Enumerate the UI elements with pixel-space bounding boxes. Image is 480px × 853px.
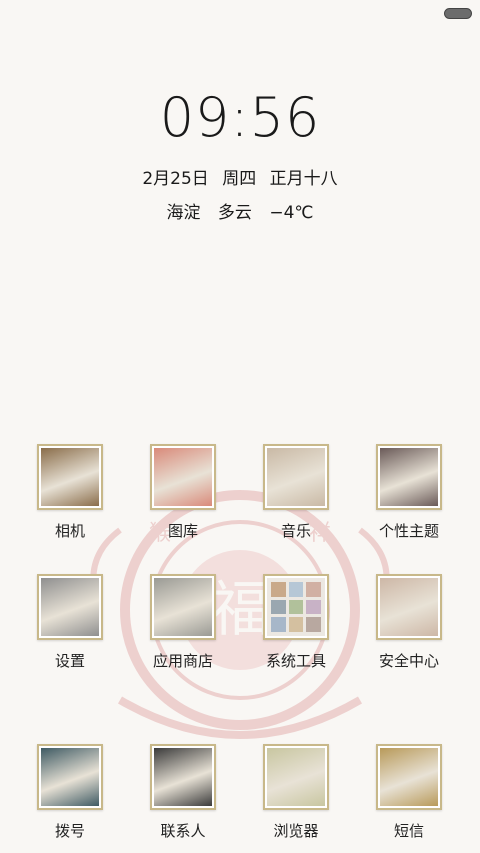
date-lunar: 正月十八 — [269, 169, 338, 189]
app-label: 联系人 — [160, 822, 206, 840]
battery-icon — [444, 8, 472, 19]
app-label: 短信 — [393, 822, 424, 840]
app-thumbnail — [267, 578, 325, 636]
app-3[interactable]: 音乐 — [241, 444, 351, 541]
app-label: 应用商店 — [152, 652, 213, 670]
date-day: 2月25日 — [142, 169, 209, 189]
app-7[interactable]: 系统工具 — [241, 574, 351, 671]
store-photo-icon[interactable] — [150, 574, 216, 640]
app-label: 音乐 — [280, 522, 311, 540]
app-11[interactable]: 浏览器 — [241, 744, 351, 841]
app-label: 个性主题 — [378, 522, 439, 540]
theme-cat-icon[interactable] — [376, 444, 442, 510]
folder-mini-icon — [306, 599, 321, 615]
app-thumbnail — [154, 578, 212, 636]
folder-mini-icon — [271, 582, 286, 597]
weather-condition: 多云 — [217, 203, 252, 223]
folder-mini-icon — [288, 582, 304, 597]
app-4[interactable]: 个性主题 — [354, 444, 464, 541]
app-2[interactable]: 图库 — [128, 444, 238, 541]
app-label: 图库 — [167, 522, 198, 540]
app-thumbnail — [41, 748, 99, 806]
folder-mini-icon — [271, 617, 286, 632]
app-10[interactable]: 联系人 — [128, 744, 238, 841]
app-1[interactable]: 相机 — [15, 444, 125, 541]
folder-mini-icon — [306, 582, 321, 597]
folder-mini-icon — [288, 599, 304, 615]
app-label: 浏览器 — [273, 822, 319, 840]
app-thumbnail — [267, 448, 325, 506]
weather-temp: −4℃ — [269, 203, 314, 223]
music-photo-icon[interactable] — [263, 444, 329, 510]
app-thumbnail — [154, 748, 212, 806]
lockscreen-clock: 09:56 — [159, 86, 321, 149]
folder-mini-icon — [288, 617, 304, 632]
app-thumbnail — [380, 578, 438, 636]
app-thumbnail — [41, 448, 99, 506]
dialer-photo-icon[interactable] — [37, 744, 103, 810]
security-photo-icon[interactable] — [376, 574, 442, 640]
app-6[interactable]: 应用商店 — [128, 574, 238, 671]
app-5[interactable]: 设置 — [15, 574, 125, 671]
app-thumbnail — [267, 748, 325, 806]
app-12[interactable]: 短信 — [354, 744, 464, 841]
date-weekday: 周四 — [222, 169, 257, 189]
tools-folder-icon[interactable] — [263, 574, 329, 640]
weather-line: 海淀 多云 −4℃ — [0, 198, 480, 223]
app-label: 相机 — [54, 522, 85, 540]
contacts-photo-icon[interactable] — [150, 744, 216, 810]
app-thumbnail — [380, 748, 438, 806]
weather-location: 海淀 — [166, 203, 201, 223]
camera-photo-icon[interactable] — [37, 444, 103, 510]
folder-mini-icon — [271, 599, 286, 615]
folder-mini-icon — [306, 617, 321, 632]
app-label: 安全中心 — [378, 652, 439, 670]
app-8[interactable]: 安全中心 — [354, 574, 464, 671]
settings-photo-icon[interactable] — [37, 574, 103, 640]
sms-photo-icon[interactable] — [376, 744, 442, 810]
app-9[interactable]: 拨号 — [15, 744, 125, 841]
app-label: 系统工具 — [265, 652, 326, 670]
app-thumbnail — [41, 578, 99, 636]
app-label: 拨号 — [54, 822, 85, 840]
app-thumbnail — [380, 448, 438, 506]
gallery-photo-icon[interactable] — [150, 444, 216, 510]
app-label: 设置 — [54, 652, 85, 670]
date-line: 2月25日 周四 正月十八 — [0, 164, 480, 189]
browser-flowers-icon[interactable] — [263, 744, 329, 810]
app-thumbnail — [154, 448, 212, 506]
